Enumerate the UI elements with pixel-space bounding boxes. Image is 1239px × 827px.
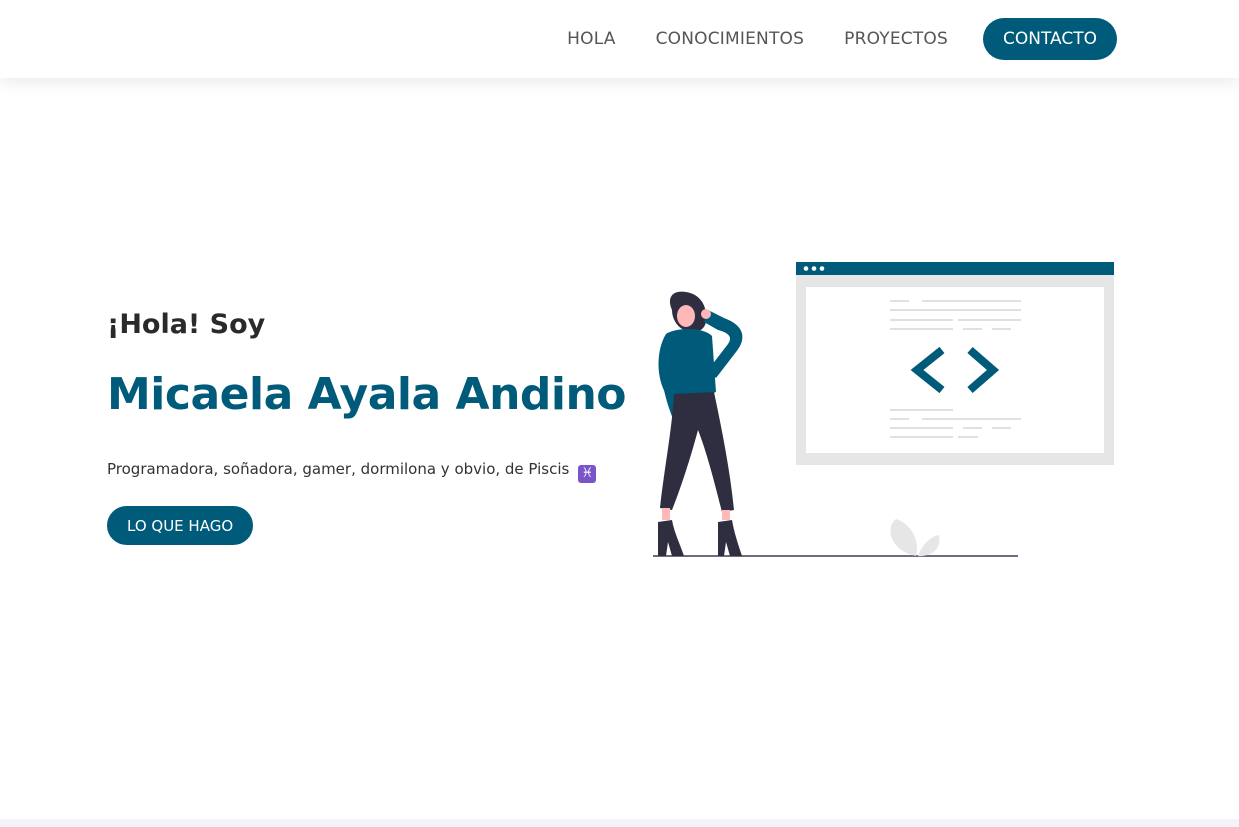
woman-figure-icon [658,291,743,556]
hero-name: Micaela Ayala Andino [107,369,627,420]
top-header: HOLA CONOCIMIENTOS PROYECTOS CONTACTO [0,0,1239,78]
hero-section: ¡Hola! Soy Micaela Ayala Andino Programa… [107,305,627,545]
nav-link-proyectos[interactable]: PROYECTOS [844,29,948,49]
section-divider [0,819,1239,827]
plant-leaf-icon [890,519,940,557]
hero-tagline: Programadora, soñadora, gamer, dormilona… [107,459,626,483]
nav-link-conocimientos[interactable]: CONOCIMIENTOS [656,29,805,49]
main-nav: HOLA CONOCIMIENTOS PROYECTOS CONTACTO [567,18,1117,60]
what-i-do-button[interactable]: LO QUE HAGO [107,506,254,545]
nav-link-hola[interactable]: HOLA [567,29,615,49]
page: HOLA CONOCIMIENTOS PROYECTOS CONTACTO ¡H… [0,0,1239,827]
code-window-icon [796,262,1114,465]
hero-greeting: ¡Hola! Soy [107,309,266,340]
developer-illustration [653,262,1114,557]
pisces-icon: ♓ [578,465,597,483]
hero-tagline-text: Programadora, soñadora, gamer, dormilona… [107,460,570,478]
contact-button[interactable]: CONTACTO [983,18,1117,60]
